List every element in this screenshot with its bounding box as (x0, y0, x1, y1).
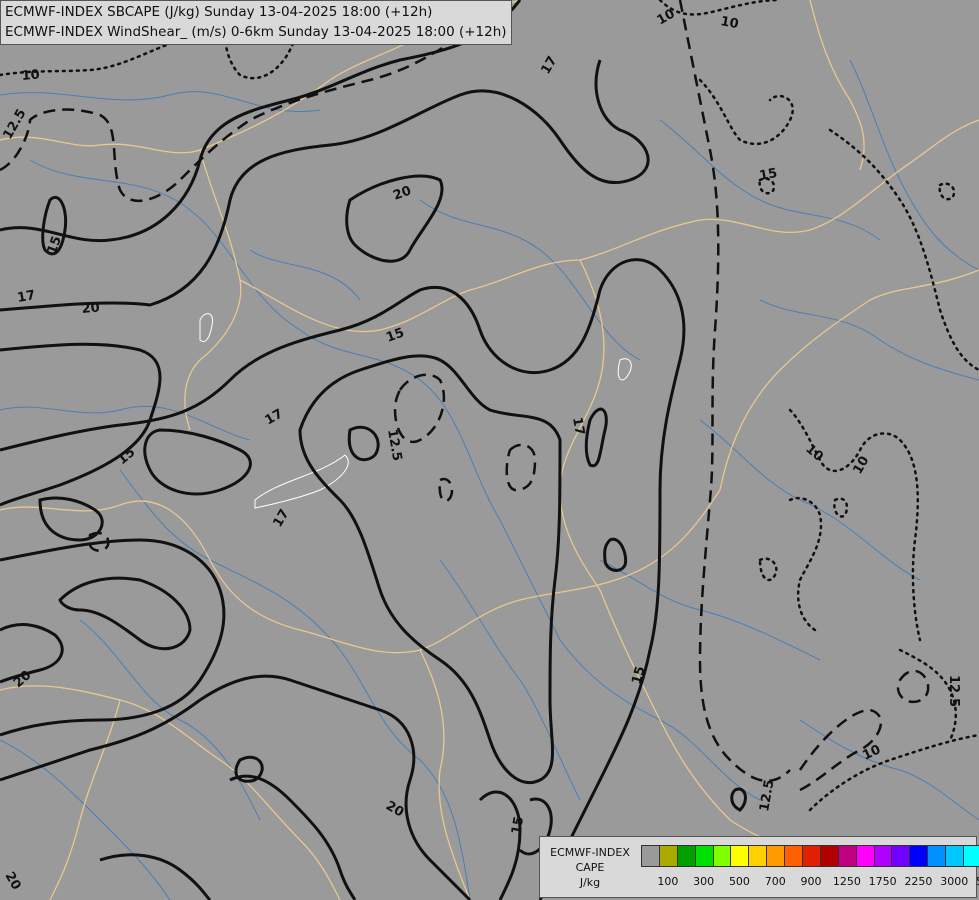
legend-swatch (713, 846, 732, 866)
legend-swatch (731, 846, 750, 866)
title-line-windshear: ECMWF-INDEX WindShear_ (m/s) 0-6km Sunda… (5, 24, 507, 40)
legend-swatch (785, 846, 804, 866)
legend-tick: 3000 (940, 875, 969, 888)
legend-swatch (874, 846, 893, 866)
contour-label: 15 (758, 166, 778, 184)
contour-label: 17 (16, 288, 36, 306)
legend-swatch (803, 846, 821, 866)
contour-label: 10 (719, 14, 739, 32)
contour-label: 15 (509, 815, 527, 835)
legend-swatch (892, 846, 911, 866)
legend-swatch (964, 846, 979, 866)
legend-swatch (695, 846, 714, 866)
legend-title-unit: J/kg (579, 876, 601, 889)
legend-title: ECMWF-INDEX CAPE J/kg (542, 845, 638, 890)
contour-label: 12.5 (946, 675, 961, 707)
contour-label: 17 (569, 416, 587, 436)
legend-tick-labels: 100 300 500 700 900 1250 1750 2250 3000 … (641, 875, 979, 889)
legend-title-param: CAPE (575, 861, 605, 874)
legend-tick: 1250 (832, 875, 861, 888)
legend-swatch (838, 846, 857, 866)
legend-swatch (856, 846, 875, 866)
legend-tick: 700 (764, 875, 786, 888)
map-title: ECMWF-INDEX SBCAPE (J/kg) Sunday 13-04-2… (0, 0, 512, 45)
weather-map: 10 10 10 10 10 10 12.5 12.5 12.5 12.5 15… (0, 0, 979, 900)
legend-swatch (928, 846, 947, 866)
legend-tick: 500 (728, 875, 750, 888)
legend-title-model: ECMWF-INDEX (550, 846, 630, 859)
legend-swatch (910, 846, 929, 866)
contour-label: 10 (21, 67, 40, 84)
legend-swatch (767, 846, 786, 866)
legend-color-scale (641, 845, 979, 867)
legend-tick: 900 (800, 875, 822, 888)
legend-swatch (946, 846, 965, 866)
legend-swatch (677, 846, 696, 866)
legend-swatch (820, 846, 839, 866)
map-background (0, 0, 979, 900)
legend-swatch (642, 846, 660, 866)
legend-swatch (659, 846, 678, 866)
contour-label: 20 (81, 300, 100, 317)
title-line-cape: ECMWF-INDEX SBCAPE (J/kg) Sunday 13-04-2… (5, 4, 433, 20)
legend-tick: 300 (693, 875, 715, 888)
legend-swatch (749, 846, 768, 866)
cape-legend: ECMWF-INDEX CAPE J/kg 100 300 500 700 90… (539, 836, 979, 898)
legend-tick: 100 (657, 875, 679, 888)
legend-tick: 2250 (904, 875, 933, 888)
legend-tick: 1750 (868, 875, 897, 888)
